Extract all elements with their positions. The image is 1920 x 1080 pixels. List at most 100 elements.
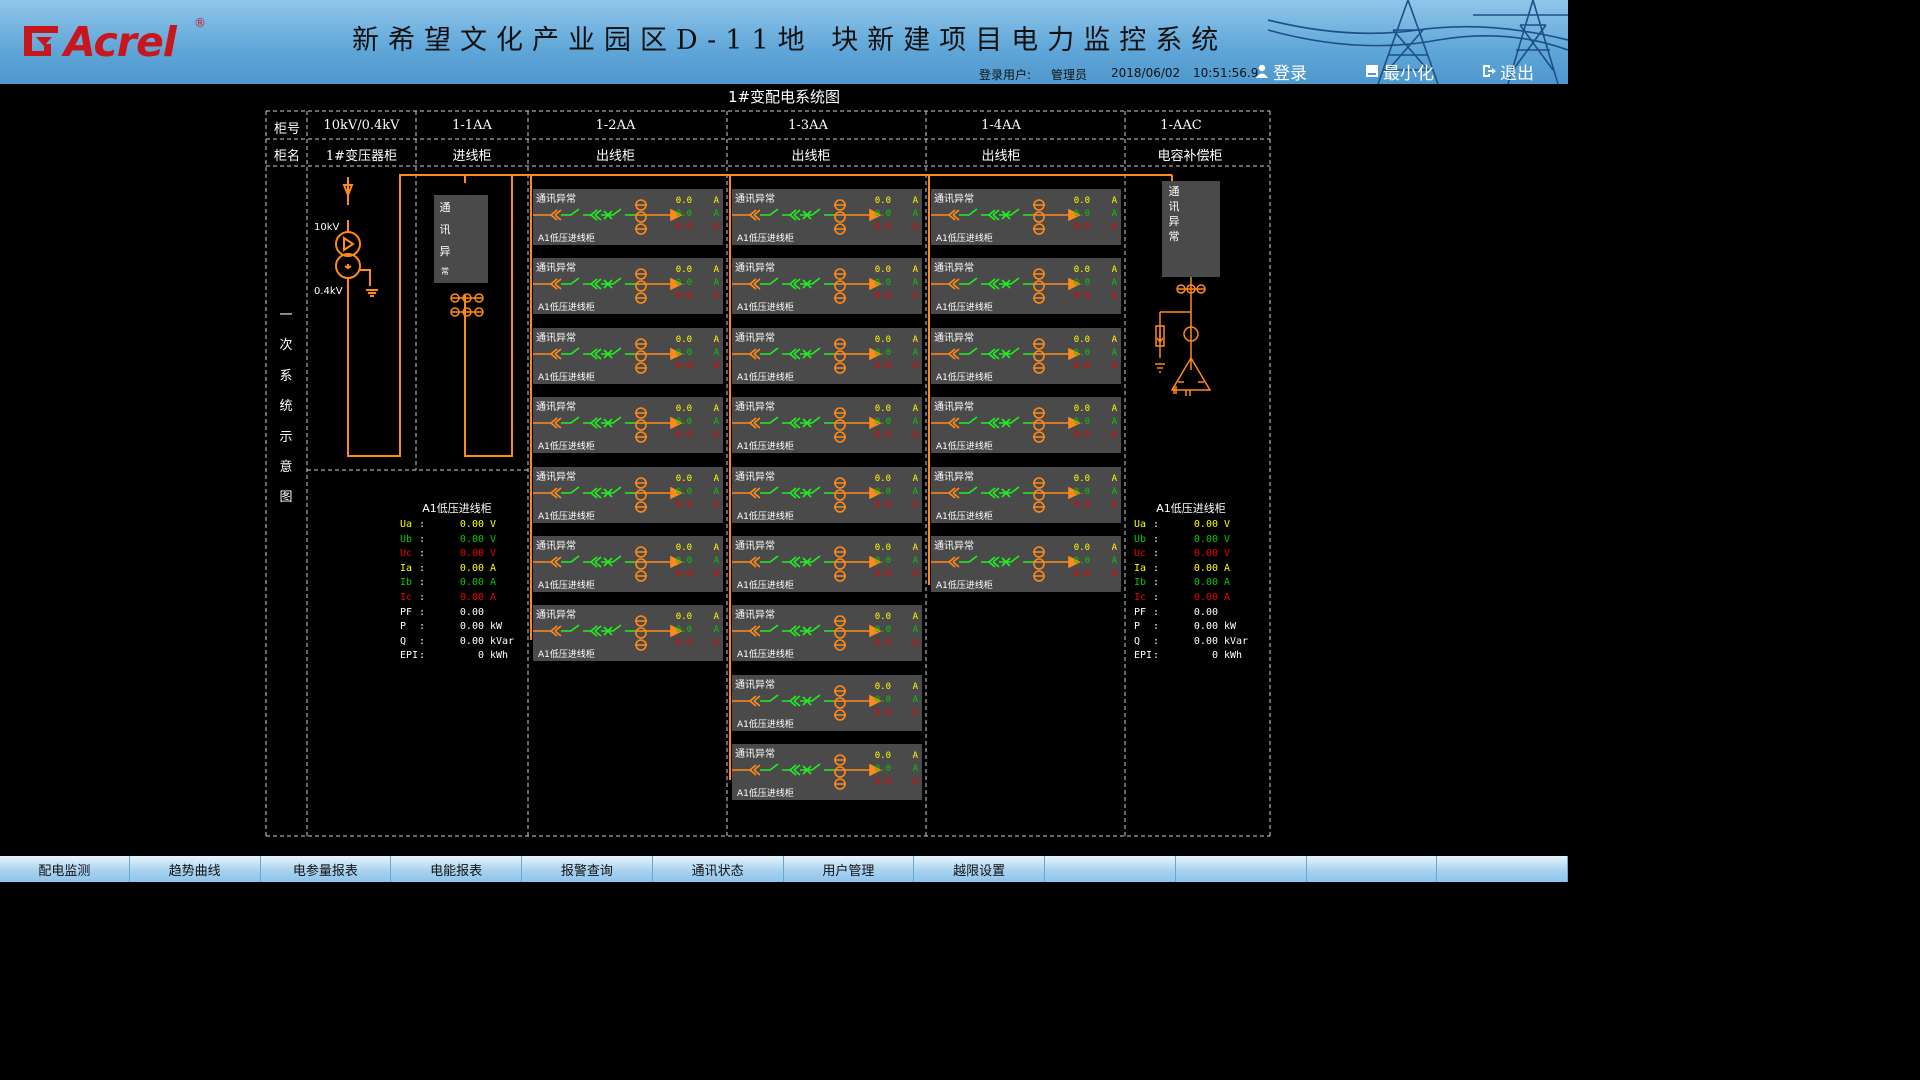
feeder-status: 通讯异常	[536, 333, 576, 344]
nav-item[interactable]: 用户管理	[784, 856, 915, 882]
meter-colon: :	[419, 548, 426, 560]
nav-item[interactable]	[1437, 856, 1569, 882]
feeder-block[interactable]: 通讯异常 A1低压进线柜 0.0 0.0 0.0 A A A	[931, 328, 1121, 384]
feeder-status: 通讯异常	[735, 472, 775, 483]
feeder-status: 通讯异常	[934, 541, 974, 552]
feeder-block[interactable]: 通讯异常 A1低压进线柜 0.0 0.0 0.0 A A A	[533, 397, 723, 453]
feeder-block[interactable]: 通讯异常 A1低压进线柜 0.0 0.0 0.0 A A A	[732, 328, 922, 384]
nav-item[interactable]: 通讯状态	[653, 856, 784, 882]
feeder-unit-c: A	[1111, 222, 1117, 232]
meter-unit: kWh	[490, 650, 509, 662]
feeder-current-c: 0.0	[874, 777, 891, 787]
feeder-current-b: 0.0	[675, 278, 692, 288]
meter-key: Q	[1134, 635, 1141, 647]
nav-item[interactable]: 趋势曲线	[130, 856, 261, 882]
feeder-unit-a: A	[713, 612, 719, 622]
feeder-unit-b: A	[713, 417, 719, 427]
feeder-unit-b: A	[1111, 278, 1117, 288]
feeder-block[interactable]: 通讯异常 A1低压进线柜 0.0 0.0 0.0 A A A	[732, 536, 922, 592]
feeder-name: A1低压进线柜	[737, 581, 794, 591]
meter-title: A1低压进线柜	[1156, 502, 1226, 515]
feeder-unit-a: A	[1111, 265, 1117, 275]
feeder-unit-a: A	[912, 612, 918, 622]
feeder-block[interactable]: 通讯异常 A1低压进线柜 0.0 0.0 0.0 A A A	[931, 397, 1121, 453]
feeder-status: 通讯异常	[536, 610, 576, 621]
feeder-status: 通讯异常	[536, 541, 576, 552]
feeder-name: A1低压进线柜	[737, 303, 794, 313]
feeder-block[interactable]: 通讯异常 A1低压进线柜 0.0 0.0 0.0 A A A	[533, 605, 723, 661]
feeder-block[interactable]: 通讯异常 A1低压进线柜 0.0 0.0 0.0 A A A	[732, 744, 922, 800]
feeder-name: A1低压进线柜	[936, 581, 993, 591]
feeder-name: A1低压进线柜	[538, 442, 595, 452]
meter-key: P	[1134, 621, 1141, 633]
feeder-unit-a: A	[912, 751, 918, 761]
meter-row: PF : 0.00	[392, 607, 522, 621]
feeder-unit-a: A	[1111, 474, 1117, 484]
feeder-current-a: 0.0	[675, 543, 692, 553]
feeder-name: A1低压进线柜	[936, 234, 993, 244]
feeder-unit-b: A	[713, 556, 719, 566]
feeder-current-a: 0.0	[874, 751, 891, 761]
feeder-block[interactable]: 通讯异常 A1低压进线柜 0.0 0.0 0.0 A A A	[533, 328, 723, 384]
nav-item[interactable]	[1307, 856, 1438, 882]
feeder-unit-a: A	[912, 265, 918, 275]
feeder-name: A1低压进线柜	[737, 234, 794, 244]
feeder-block[interactable]: 通讯异常 A1低压进线柜 0.0 0.0 0.0 A A A	[732, 675, 922, 731]
feeder-block[interactable]: 通讯异常 A1低压进线柜 0.0 0.0 0.0 A A A	[931, 467, 1121, 523]
feeder-block[interactable]: 通讯异常 A1低压进线柜 0.0 0.0 0.0 A A A	[533, 189, 723, 245]
feeder-current-a: 0.0	[1073, 335, 1090, 345]
feeder-block[interactable]: 通讯异常 A1低压进线柜 0.0 0.0 0.0 A A A	[732, 605, 922, 661]
feeder-status: 通讯异常	[536, 472, 576, 483]
meter-row: Ic : 0.00 A	[1126, 592, 1256, 606]
meter-row: Q : 0.00 kVar	[392, 636, 522, 650]
feeder-block[interactable]: 通讯异常 A1低压进线柜 0.0 0.0 0.0 A A A	[732, 467, 922, 523]
single-line-diagram: 柜号 柜名 10kV/0.4kV 1#变压器柜 1-1AA 进线柜 1-2AA …	[0, 0, 1568, 882]
nav-item[interactable]	[1045, 856, 1176, 882]
transformer-lv-label: 0.4kV	[314, 286, 343, 297]
col-name-outgoing-3: 出线柜	[981, 149, 1021, 164]
meter-key: PF	[1134, 606, 1147, 618]
feeder-unit-b: A	[1111, 209, 1117, 219]
col-name-outgoing-1: 出线柜	[595, 149, 635, 164]
feeder-unit-a: A	[912, 682, 918, 692]
nav-item[interactable]: 越限设置	[914, 856, 1046, 882]
feeder-block[interactable]: 通讯异常 A1低压进线柜 0.0 0.0 0.0 A A A	[732, 189, 922, 245]
nav-item[interactable]	[1176, 856, 1307, 882]
incoming-comm-box[interactable]: 通 讯 异 常	[434, 195, 488, 283]
nav-item[interactable]: 电能报表	[391, 856, 523, 882]
feeder-block[interactable]: 通讯异常 A1低压进线柜 0.0 0.0 0.0 A A A	[931, 258, 1121, 314]
meter-colon: :	[419, 621, 426, 633]
feeder-unit-a: A	[713, 265, 719, 275]
side-label-char: 图	[279, 490, 293, 505]
capacitor-comm-box[interactable]: 通 讯 异 常	[1162, 181, 1220, 277]
feeder-block[interactable]: 通讯异常 A1低压进线柜 0.0 0.0 0.0 A A A	[732, 397, 922, 453]
meter-key: Ib	[1134, 577, 1147, 589]
meter-unit: kW	[490, 621, 503, 633]
feeder-block[interactable]: 通讯异常 A1低压进线柜 0.0 0.0 0.0 A A A	[732, 258, 922, 314]
meter-row: Ia : 0.00 A	[1126, 563, 1256, 577]
feeder-block[interactable]: 通讯异常 A1低压进线柜 0.0 0.0 0.0 A A A	[931, 536, 1121, 592]
feeder-status: 通讯异常	[536, 263, 576, 274]
feeder-unit-b: A	[1111, 348, 1117, 358]
feeder-block[interactable]: 通讯异常 A1低压进线柜 0.0 0.0 0.0 A A A	[533, 536, 723, 592]
feeder-block[interactable]: 通讯异常 A1低压进线柜 0.0 0.0 0.0 A A A	[533, 467, 723, 523]
nav-item[interactable]: 电参量报表	[261, 856, 392, 882]
nav-item[interactable]: 配电监测	[0, 856, 130, 882]
meter-key: Ub	[1134, 533, 1147, 545]
feeder-name: A1低压进线柜	[737, 720, 794, 730]
feeder-block[interactable]: 通讯异常 A1低压进线柜 0.0 0.0 0.0 A A A	[533, 258, 723, 314]
feeder-block[interactable]: 通讯异常 A1低压进线柜 0.0 0.0 0.0 A A A	[931, 189, 1121, 245]
transformer-hv-label: 10kV	[314, 222, 340, 233]
feeder-name: A1低压进线柜	[538, 303, 595, 313]
comm-box-char: 讯	[439, 223, 451, 236]
feeder-current-c: 0.0	[874, 291, 891, 301]
feeder-current-c: 0.0	[874, 361, 891, 371]
meter-colon: :	[1153, 592, 1160, 603]
feeder-unit-a: A	[1111, 335, 1117, 345]
feeder-unit-c: A	[912, 222, 918, 232]
meter-value: 0	[1211, 650, 1218, 662]
feeder-unit-c: A	[713, 569, 719, 579]
feeder-current-c: 0.0	[1073, 569, 1090, 579]
feeder-name: A1低压进线柜	[737, 442, 794, 452]
nav-item[interactable]: 报警查询	[522, 856, 653, 882]
